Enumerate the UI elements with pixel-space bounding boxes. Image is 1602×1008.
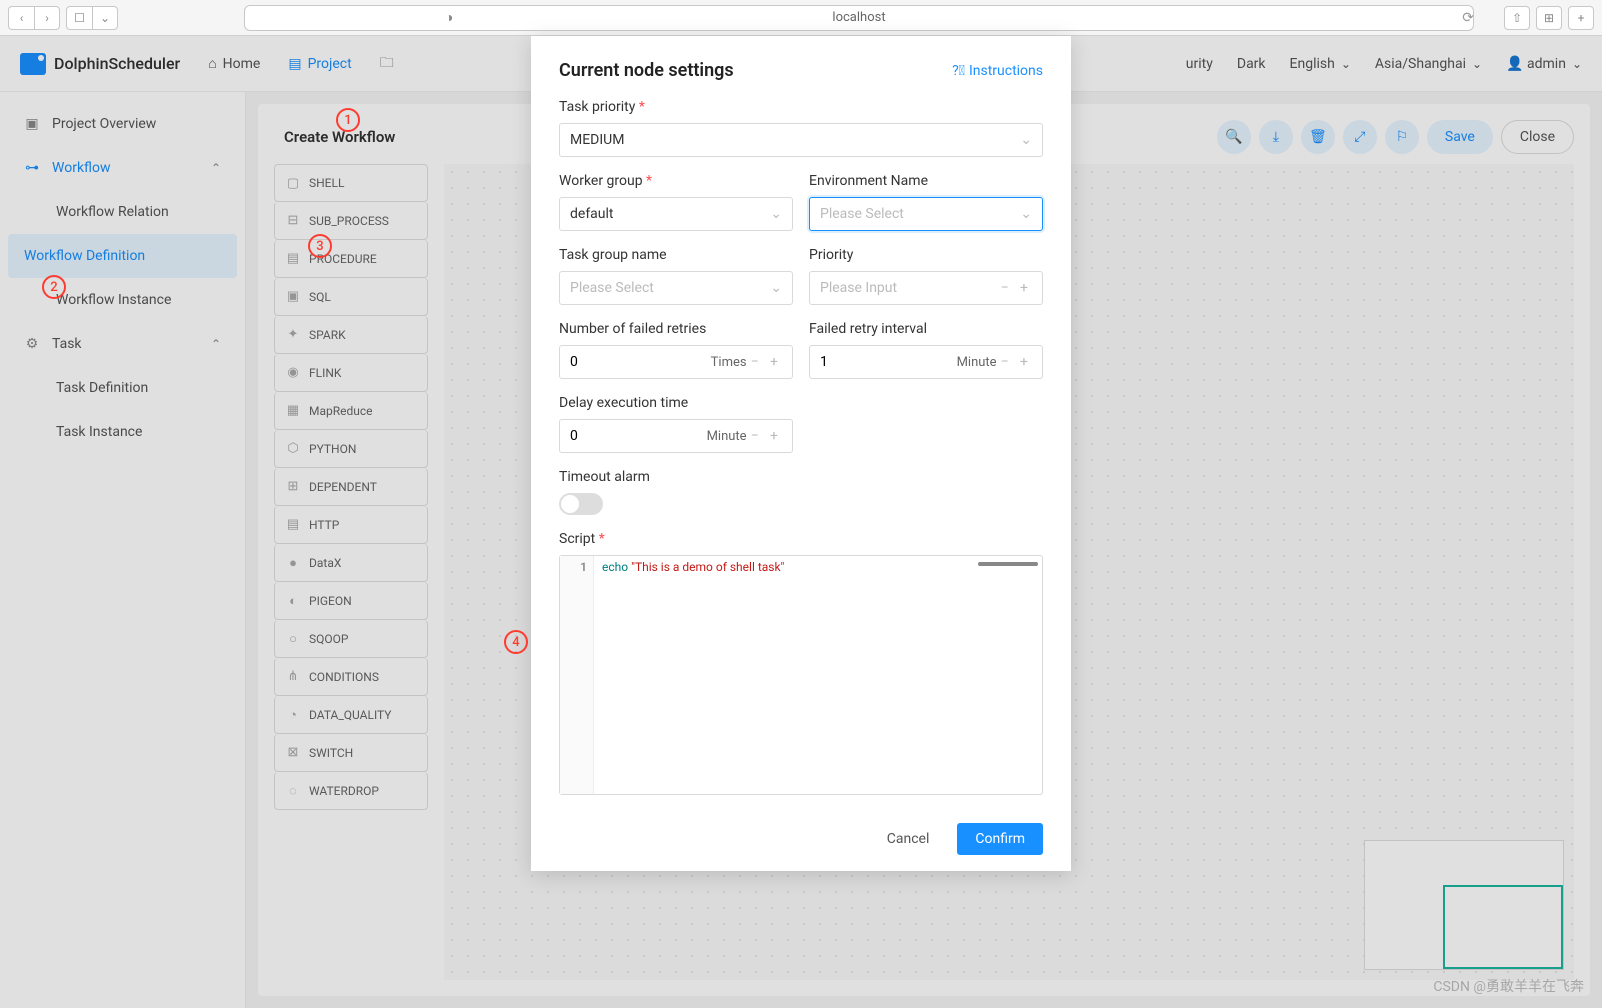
new-tab-button[interactable]: + — [1568, 6, 1594, 30]
tgroup-placeholder: Please Select — [570, 280, 654, 296]
help-icon: ?⃝ — [952, 63, 965, 79]
share-button[interactable]: ⇧ — [1504, 6, 1530, 30]
interval-unit: Minute — [957, 355, 997, 370]
retries-unit: Times — [711, 355, 747, 370]
retries-label: Number of failed retries — [559, 321, 793, 337]
delay-label: Delay execution time — [559, 395, 793, 411]
cancel-button[interactable]: Cancel — [875, 823, 942, 855]
priority-value: MEDIUM — [570, 132, 624, 148]
tgroup-select[interactable]: Please Select — [559, 271, 793, 305]
worker-value: default — [570, 206, 614, 222]
annotation-4: 4 — [504, 630, 528, 654]
stepper-icon[interactable]: − + — [1001, 354, 1032, 370]
retries-input[interactable]: 0 Times − + — [559, 345, 793, 379]
stepper-icon[interactable]: − + — [751, 354, 782, 370]
back-button[interactable]: ‹ — [8, 6, 34, 30]
delay-value: 0 — [570, 428, 578, 444]
watermark: CSDN @勇敢羊羊在飞奔 — [1433, 976, 1584, 996]
url-bar[interactable]: localhost — [244, 5, 1474, 31]
interval-value: 1 — [820, 354, 828, 370]
instructions-link[interactable]: ?⃝Instructions — [952, 63, 1043, 79]
worker-select[interactable]: default — [559, 197, 793, 231]
worker-label: Worker group — [559, 173, 793, 189]
timeout-switch[interactable] — [559, 493, 603, 515]
code-body[interactable]: echo "This is a demo of shell task" — [594, 556, 1042, 794]
line-number: 1 — [560, 556, 594, 794]
stepper-icon[interactable]: − + — [1001, 280, 1032, 296]
script-string: "This is a demo of shell task" — [631, 560, 784, 574]
timeout-label: Timeout alarm — [559, 469, 1043, 485]
prio2-label: Priority — [809, 247, 1043, 263]
script-label: Script — [559, 531, 1043, 547]
delay-input[interactable]: 0 Minute − + — [559, 419, 793, 453]
interval-input[interactable]: 1 Minute − + — [809, 345, 1043, 379]
sidebar-toggle-button[interactable]: ☐ — [66, 6, 92, 30]
confirm-button[interactable]: Confirm — [957, 823, 1043, 855]
stepper-icon[interactable]: − + — [751, 428, 782, 444]
instructions-label: Instructions — [969, 63, 1043, 79]
tabs-dropdown-button[interactable]: ⌄ — [92, 6, 118, 30]
env-label: Environment Name — [809, 173, 1043, 189]
priority-select[interactable]: MEDIUM — [559, 123, 1043, 157]
tabs-button[interactable]: ⊞ — [1536, 6, 1562, 30]
interval-label: Failed retry interval — [809, 321, 1043, 337]
env-select[interactable]: Please Select — [809, 197, 1043, 231]
script-editor[interactable]: 1 echo "This is a demo of shell task" — [559, 555, 1043, 795]
forward-button[interactable]: › — [34, 6, 60, 30]
modal-title: Current node settings — [559, 60, 734, 81]
tgroup-label: Task group name — [559, 247, 793, 263]
retries-value: 0 — [570, 354, 578, 370]
prio2-input[interactable]: Please Input − + — [809, 271, 1043, 305]
prio2-placeholder: Please Input — [820, 280, 897, 296]
env-placeholder: Please Select — [820, 206, 904, 222]
url-text: localhost — [832, 10, 885, 25]
node-settings-modal: Current node settings ?⃝Instructions Tas… — [531, 36, 1071, 871]
priority-label: Task priority — [559, 99, 1043, 115]
delay-unit: Minute — [707, 429, 747, 444]
annotation-3: 3 — [308, 234, 332, 258]
annotation-1: 1 — [336, 108, 360, 132]
browser-toolbar: ‹ › ☐ ⌄ ◑ localhost ⟳ ⇧ ⊞ + — [0, 0, 1602, 36]
privacy-shield-icon[interactable]: ◑ — [445, 9, 453, 26]
scrollbar[interactable] — [978, 562, 1038, 566]
annotation-2: 2 — [42, 275, 66, 299]
reload-icon[interactable]: ⟳ — [1462, 10, 1474, 26]
script-keyword: echo — [602, 560, 628, 574]
